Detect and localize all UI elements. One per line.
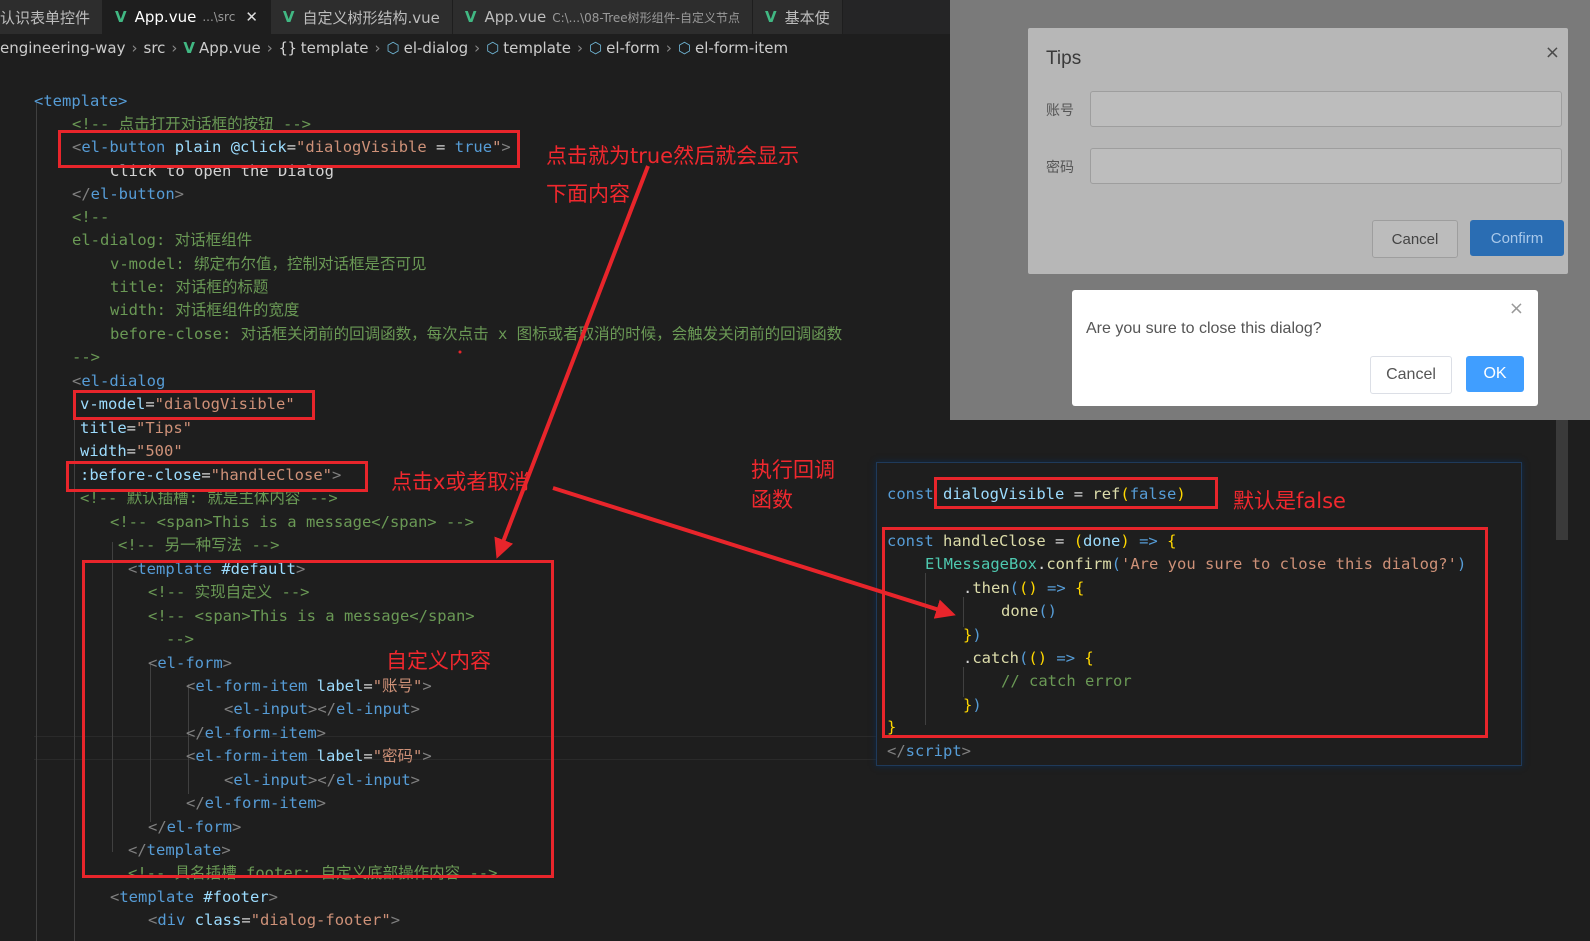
close-icon[interactable]: ✕ <box>245 8 258 26</box>
tab-label: 基本使 <box>784 8 830 27</box>
cube-icon: ⬡ <box>486 39 500 57</box>
highlight-dialog-visible <box>934 477 1218 509</box>
annotation-default-false: 默认是false <box>1233 489 1346 513</box>
close-icon[interactable]: × <box>1545 42 1560 63</box>
breadcrumb-item[interactable]: › src <box>126 39 166 57</box>
code-line: <template> <box>34 92 128 110</box>
scrollbar-thumb[interactable] <box>1556 420 1568 540</box>
breadcrumb: engineering-way › src › V App.vue ›{} templa… <box>0 34 950 62</box>
tab-path: ...\src <box>202 10 236 24</box>
code-line: title="Tips" <box>80 419 193 437</box>
braces-icon: {} <box>278 39 297 57</box>
highlight-el-button <box>58 130 520 168</box>
annotation-below: 下面内容 <box>546 182 630 206</box>
breadcrumb-item[interactable]: › V App.vue <box>165 39 260 57</box>
highlight-v-model <box>73 390 315 420</box>
code-line: --> <box>72 348 100 366</box>
cube-icon: ⬡ <box>386 39 400 57</box>
indent-guide <box>36 102 37 941</box>
annotation-custom-content: 自定义内容 <box>386 649 491 673</box>
password-label: 密码 <box>1046 159 1074 175</box>
vue-file-icon: V <box>282 8 295 26</box>
code-line: <!-- <span>This is a message</span> --> <box>110 513 474 531</box>
breadcrumb-item[interactable]: engineering-way <box>0 39 126 57</box>
confirm-message-box: Are you sure to close this dialog? × Can… <box>1072 290 1538 406</box>
cancel-button[interactable]: Cancel <box>1370 356 1452 394</box>
cancel-button[interactable]: Cancel <box>1372 220 1458 258</box>
code-line: <el-dialog <box>72 372 166 390</box>
code-line: </el-button> <box>72 185 185 203</box>
annotation-callback: 执行回调 <box>751 458 835 482</box>
close-icon[interactable]: × <box>1509 298 1524 319</box>
code-line: <!-- 另一种写法 --> <box>118 536 280 554</box>
annotation-callback-2: 函数 <box>751 488 793 512</box>
code-line: title: 对话框的标题 <box>110 278 269 296</box>
ok-button[interactable]: OK <box>1466 356 1524 392</box>
chevron-right-icon: › <box>577 39 583 57</box>
breadcrumb-item[interactable]: › ⬡ el-dialog <box>369 39 469 57</box>
code-line: v-model: 绑定布尔值，控制对话框是否可见 <box>110 255 427 273</box>
vue-file-icon: V <box>464 8 477 26</box>
tab-custom-tree[interactable]: V 自定义树形结构.vue <box>270 0 453 34</box>
tab-app-vue-tree[interactable]: V App.vue C:\...\08-Tree树形组件-自定义节点 <box>452 0 753 34</box>
code-line: <div class="dialog-footer"> <box>148 911 401 929</box>
tab-basic[interactable]: V 基本使 <box>753 0 843 34</box>
annotation-click-x: 点击x或者取消 <box>391 470 530 494</box>
code-line: <template #footer> <box>110 888 279 906</box>
editor-tab-bar: 认识表单控件 V App.vue ...\src ✕ V 自定义树形结构.vue… <box>0 0 950 34</box>
cube-icon: ⬡ <box>589 39 603 57</box>
tab-label: 自定义树形结构.vue <box>302 8 440 27</box>
chevron-right-icon: › <box>171 39 178 57</box>
account-input[interactable] <box>1090 91 1562 127</box>
annotation-click-true: 点击就为true然后就会显示 <box>546 144 800 168</box>
code-line: </script> <box>887 742 972 760</box>
tab-label: 认识表单控件 <box>0 8 91 27</box>
breadcrumb-item[interactable]: › ⬡ template <box>468 39 571 57</box>
tab-path: C:\...\08-Tree树形组件-自定义节点 <box>552 10 740 25</box>
chevron-right-icon: › <box>665 39 672 57</box>
code-line: <!-- <box>72 208 110 226</box>
highlight-handle-close <box>882 527 1488 738</box>
tab-form-controls[interactable]: 认识表单控件 <box>0 0 104 34</box>
cube-icon: ⬡ <box>677 39 692 57</box>
code-line: el-dialog: 对话框组件 <box>72 231 253 249</box>
chevron-right-icon: › <box>266 39 273 57</box>
vue-file-icon: V <box>765 8 777 26</box>
vue-file-icon: V <box>115 8 127 26</box>
tab-label: App.vue <box>134 8 197 26</box>
code-line: before-close: 对话框关闭前的回调函数，每次点击 x 图标或者取消的… <box>110 325 843 343</box>
code-line: width: 对话框组件的宽度 <box>110 301 300 319</box>
password-input[interactable] <box>1090 148 1562 184</box>
chevron-right-icon: › <box>374 39 381 57</box>
confirm-message: Are you sure to close this dialog? <box>1086 320 1322 337</box>
highlight-default-slot <box>82 560 554 878</box>
breadcrumb-item[interactable]: ›{} template <box>261 39 369 57</box>
account-label: 账号 <box>1046 102 1074 118</box>
confirm-button[interactable]: Confirm <box>1470 220 1564 256</box>
vue-file-icon: V <box>183 39 196 57</box>
breadcrumb-item[interactable]: › ⬡ el-form <box>571 39 660 57</box>
highlight-before-close <box>66 461 368 492</box>
tips-dialog: Tips × 账号 密码 Cancel Confirm <box>1028 28 1568 274</box>
code-line: width="500" <box>80 442 183 460</box>
tab-label: App.vue <box>484 8 547 26</box>
chevron-right-icon: › <box>131 39 138 57</box>
tab-app-vue-active[interactable]: V App.vue ...\src ✕ <box>103 0 271 34</box>
breadcrumb-item[interactable]: › ⬡ el-form-item <box>660 39 788 57</box>
chevron-right-icon: › <box>474 39 481 57</box>
dialog-title: Tips <box>1046 48 1082 69</box>
